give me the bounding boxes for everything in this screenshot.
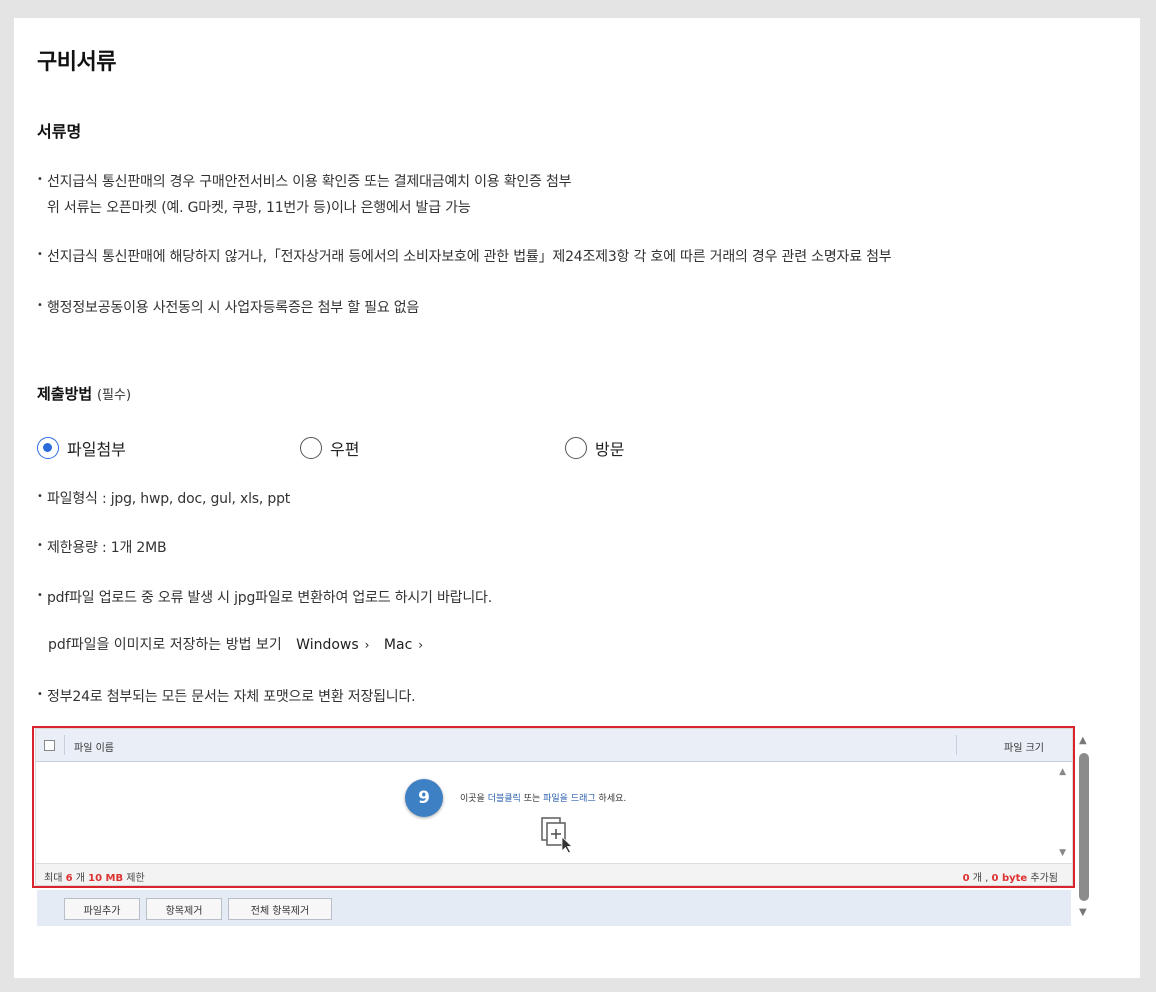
bullet-dot: • — [37, 540, 43, 551]
col-file-name: 파일 이름 — [74, 743, 114, 754]
drop-instruction: 이곳을 더블클릭 또는 파일을 드래그 하세요. — [460, 791, 626, 804]
drop-suffix: 하세요. — [595, 794, 627, 804]
outer-scrollbar[interactable]: ▲ ▼ — [1078, 735, 1090, 921]
windows-link[interactable]: Windows › — [296, 637, 369, 653]
chevron-right-icon: › — [418, 638, 424, 652]
pdf-help-text: pdf파일을 이미지로 저장하는 방법 보기 — [48, 637, 282, 653]
size-limit-text: 제한용량 : 1개 2MB — [47, 540, 167, 556]
scrollbar-thumb[interactable] — [1079, 753, 1089, 901]
max-prefix: 최대 — [44, 873, 66, 884]
submit-method-title: 제출방법 (필수) — [37, 383, 131, 404]
conversion-text: 정부24로 첨부되는 모든 문서는 자체 포맷으로 변환 저장됩니다. — [47, 689, 416, 705]
scroll-down-icon[interactable]: ▼ — [1079, 907, 1087, 918]
max-limit-text: 최대 6 개 10 MB 제한 — [44, 869, 145, 884]
bullet-2-text: 선지급식 통신판매에 해당하지 않거나,「전자상거래 등에서의 소비자보호에 관… — [47, 249, 892, 265]
add-file-button[interactable]: 파일추가 — [64, 898, 140, 920]
max-size: 10 MB — [88, 873, 124, 884]
section-title: 구비서류 — [37, 50, 116, 75]
remove-all-button[interactable]: 전체 항목제거 — [228, 898, 332, 920]
radio-circle — [565, 437, 587, 459]
bullet-dot: • — [37, 590, 43, 601]
doc-name-label: 서류명 — [37, 122, 82, 141]
uploader-footer: 최대 6 개 10 MB 제한 0 개 , 0 byte 추가됨 — [36, 863, 1072, 885]
submit-method-label: 제출방법 — [37, 385, 93, 403]
scroll-up-icon[interactable]: ▲ — [1079, 735, 1087, 746]
drop-mid: 또는 — [520, 794, 544, 804]
bullet-1-line2: 위 서류는 오픈마켓 (예. G마켓, 쿠팡, 11번가 등)이나 은행에서 발… — [47, 200, 471, 216]
pdf-error-bullet: • pdf파일 업로드 중 오류 발생 시 jpg파일로 변환하여 업로드 하시… — [37, 585, 492, 611]
uploader-header: 파일 이름 파일 크기 — [36, 729, 1072, 762]
max-suffix: 제한 — [123, 873, 145, 884]
added-bytes: 0 byte — [991, 873, 1028, 884]
radio-mail[interactable]: 우편 — [300, 436, 359, 460]
windows-link-label: Windows — [296, 637, 359, 653]
col-file-size: 파일 크기 — [1004, 743, 1044, 754]
size-limit-bullet: • 제한용량 : 1개 2MB — [37, 535, 167, 561]
uploader-button-bar: 파일추가 항목제거 전체 항목제거 — [37, 890, 1071, 926]
drop-zone[interactable]: 9 이곳을 더블클릭 또는 파일을 드래그 하세요. ▲ ▼ — [36, 762, 1072, 866]
file-format-bullet: • 파일형식 : jpg, hwp, doc, gul, xls, ppt — [37, 486, 290, 512]
max-mid: 개 — [72, 873, 89, 884]
remove-item-button[interactable]: 항목제거 — [146, 898, 222, 920]
required-label: (필수) — [96, 388, 132, 403]
bullet-2: • 선지급식 통신판매에 해당하지 않거나,「전자상거래 등에서의 소비자보호에… — [37, 244, 892, 270]
radio-circle — [300, 437, 322, 459]
bullet-dot: • — [37, 249, 43, 260]
radio-visit[interactable]: 방문 — [565, 436, 624, 460]
select-all-checkbox[interactable] — [44, 740, 55, 751]
bullet-3-text: 행정정보공동이용 사전동의 시 사업자등록증은 첨부 할 필요 없음 — [47, 300, 420, 316]
added-suffix: 추가됨 — [1027, 873, 1058, 884]
radio-label: 파일첨부 — [67, 440, 126, 459]
inner-scroll-down-icon[interactable]: ▼ — [1059, 848, 1066, 858]
drop-dblclick: 더블클릭 — [487, 794, 521, 804]
add-file-icon — [541, 817, 574, 854]
added-status: 0 개 , 0 byte 추가됨 — [963, 869, 1058, 884]
bullet-1: • 선지급식 통신판매의 경우 구매안전서비스 이용 확인증 또는 결제대금예치… — [37, 169, 572, 221]
bullet-dot: • — [37, 174, 43, 185]
chevron-right-icon: › — [364, 638, 370, 652]
max-count: 6 — [65, 873, 73, 884]
bullet-dot: • — [37, 300, 43, 311]
conversion-bullet: • 정부24로 첨부되는 모든 문서는 자체 포맷으로 변환 저장됩니다. — [37, 684, 416, 710]
added-count: 0 — [962, 873, 970, 884]
radio-label: 방문 — [595, 440, 625, 459]
radio-label: 우편 — [330, 440, 360, 459]
radio-file-attach[interactable]: 파일첨부 — [37, 436, 126, 460]
inner-scroll-up-icon[interactable]: ▲ — [1059, 767, 1066, 777]
bullet-1-line1: 선지급식 통신판매의 경우 구매안전서비스 이용 확인증 또는 결제대금예치 이… — [47, 174, 572, 190]
pdf-error-text: pdf파일 업로드 중 오류 발생 시 jpg파일로 변환하여 업로드 하시기 … — [47, 590, 492, 606]
file-format-text: 파일형식 : jpg, hwp, doc, gul, xls, ppt — [47, 491, 291, 507]
mac-link[interactable]: Mac › — [384, 637, 423, 653]
bullet-dot: • — [37, 689, 43, 700]
drop-prefix: 이곳을 — [460, 794, 488, 804]
added-count-unit: 개 , — [969, 873, 992, 884]
header-divider — [64, 735, 65, 755]
file-uploader: 파일 이름 파일 크기 9 이곳을 더블클릭 또는 파일을 드래그 하세요. ▲… — [35, 728, 1073, 886]
header-divider — [956, 735, 957, 755]
radio-circle — [37, 437, 59, 459]
bullet-3: • 행정정보공동이용 사전동의 시 사업자등록증은 첨부 할 필요 없음 — [37, 295, 419, 321]
bullet-dot: • — [37, 491, 43, 502]
step-badge: 9 — [405, 779, 443, 817]
drop-drag: 파일을 드래그 — [543, 794, 596, 804]
mac-link-label: Mac — [383, 637, 413, 653]
pdf-help-row: pdf파일을 이미지로 저장하는 방법 보기 Windows › Mac › — [48, 634, 423, 654]
